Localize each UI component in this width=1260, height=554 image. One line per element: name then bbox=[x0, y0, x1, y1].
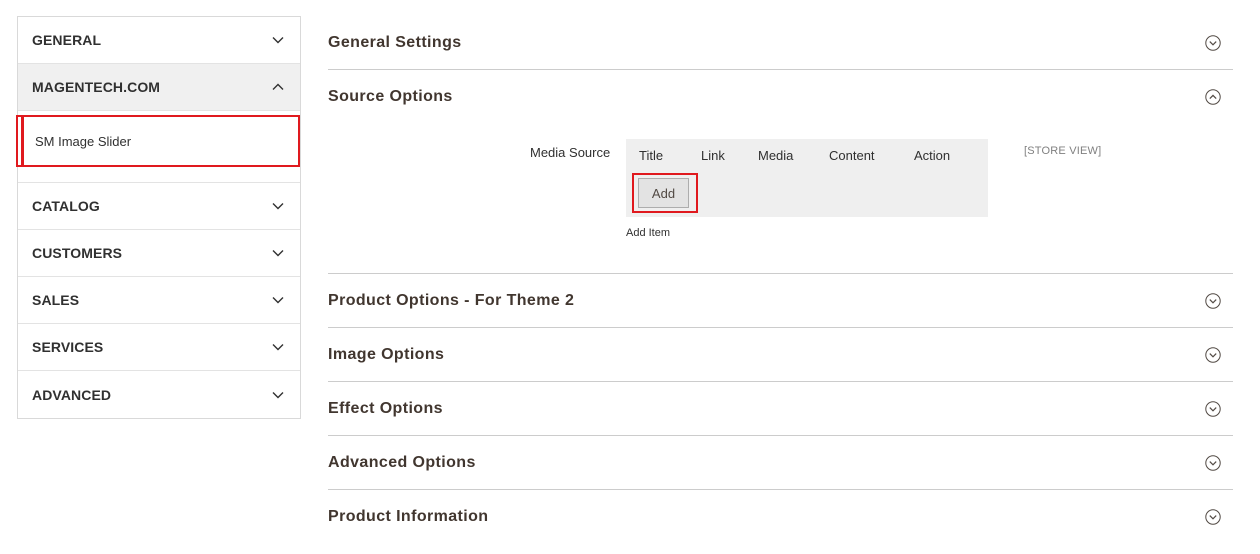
column-media: Media bbox=[758, 148, 794, 163]
sidebar-item-label: GENERAL bbox=[32, 32, 102, 48]
section-advanced-options[interactable]: Advanced Options bbox=[328, 436, 1233, 490]
sidebar-item-catalog[interactable]: CATALOG bbox=[18, 183, 300, 230]
chevron-down-icon bbox=[272, 250, 284, 257]
section-title: Advanced Options bbox=[328, 453, 476, 471]
circle-chevron-down-icon bbox=[1205, 454, 1221, 471]
sidebar-item-general[interactable]: GENERAL bbox=[18, 17, 300, 64]
section-title: Effect Options bbox=[328, 399, 443, 417]
circle-chevron-down-icon bbox=[1205, 292, 1221, 309]
column-action: Action bbox=[914, 148, 951, 163]
scope-label: [STORE VIEW] bbox=[1024, 145, 1102, 157]
column-link: Link bbox=[701, 148, 725, 163]
sidebar-item-label: ADVANCED bbox=[32, 386, 112, 403]
sidebar-item-magentech[interactable]: MAGENTECH.COM bbox=[18, 64, 300, 111]
section-source-options[interactable]: Source Options bbox=[328, 70, 1233, 124]
chevron-down-icon bbox=[272, 391, 284, 398]
config-sidebar: GENERAL MAGENTECH.COM SM Image Slider CA… bbox=[16, 16, 301, 419]
add-item-link[interactable]: Add Item bbox=[626, 227, 670, 239]
add-button[interactable]: Add bbox=[638, 178, 689, 208]
section-product-options-theme2[interactable]: Product Options - For Theme 2 bbox=[328, 274, 1233, 328]
config-main: General Settings Source Options Media So… bbox=[328, 16, 1233, 544]
column-title: Title bbox=[639, 148, 664, 163]
chevron-down-icon bbox=[272, 344, 284, 351]
active-indicator bbox=[21, 117, 24, 165]
section-title: Product Options - For Theme 2 bbox=[328, 291, 575, 309]
sidebar-item-customers[interactable]: CUSTOMERS bbox=[18, 230, 300, 277]
sidebar-item-label: SERVICES bbox=[32, 339, 104, 355]
sidebar-subitem-sm-image-slider[interactable]: SM Image Slider bbox=[16, 115, 300, 167]
section-title: Source Options bbox=[328, 88, 453, 105]
section-product-information[interactable]: Product Information bbox=[328, 490, 1233, 544]
sidebar-subitem-label: SM Image Slider bbox=[35, 133, 132, 149]
section-image-options[interactable]: Image Options bbox=[328, 328, 1233, 382]
media-source-label: Media Source bbox=[530, 145, 611, 160]
circle-chevron-down-icon bbox=[1205, 346, 1221, 363]
section-title: Image Options bbox=[328, 345, 445, 363]
chevron-down-icon bbox=[272, 297, 284, 304]
sidebar-item-label: CUSTOMERS bbox=[32, 245, 123, 261]
chevron-down-icon bbox=[272, 203, 284, 210]
circle-chevron-down-icon bbox=[1205, 509, 1221, 525]
circle-chevron-up-icon bbox=[1205, 89, 1221, 105]
circle-chevron-down-icon bbox=[1205, 34, 1221, 51]
sidebar-item-advanced[interactable]: ADVANCED bbox=[18, 371, 300, 418]
sidebar-item-label: MAGENTECH.COM bbox=[32, 79, 161, 95]
chevron-down-icon bbox=[272, 37, 284, 44]
chevron-up-icon bbox=[272, 83, 284, 90]
section-title: General Settings bbox=[328, 33, 462, 51]
section-effect-options[interactable]: Effect Options bbox=[328, 382, 1233, 436]
sidebar-item-label: SALES bbox=[32, 292, 80, 308]
column-content: Content bbox=[829, 148, 875, 163]
section-general-settings[interactable]: General Settings bbox=[328, 16, 1233, 70]
source-options-body: Media Source Title Link Media Content Ac… bbox=[328, 124, 1233, 274]
section-title: Product Information bbox=[328, 508, 489, 525]
sidebar-subitems: SM Image Slider bbox=[16, 111, 300, 183]
media-source-grid: Title Link Media Content Action Add bbox=[626, 139, 988, 217]
sidebar-item-sales[interactable]: SALES bbox=[18, 277, 300, 324]
sidebar-item-label: CATALOG bbox=[32, 198, 100, 214]
circle-chevron-down-icon bbox=[1205, 400, 1221, 417]
sidebar-item-services[interactable]: SERVICES bbox=[18, 324, 300, 371]
